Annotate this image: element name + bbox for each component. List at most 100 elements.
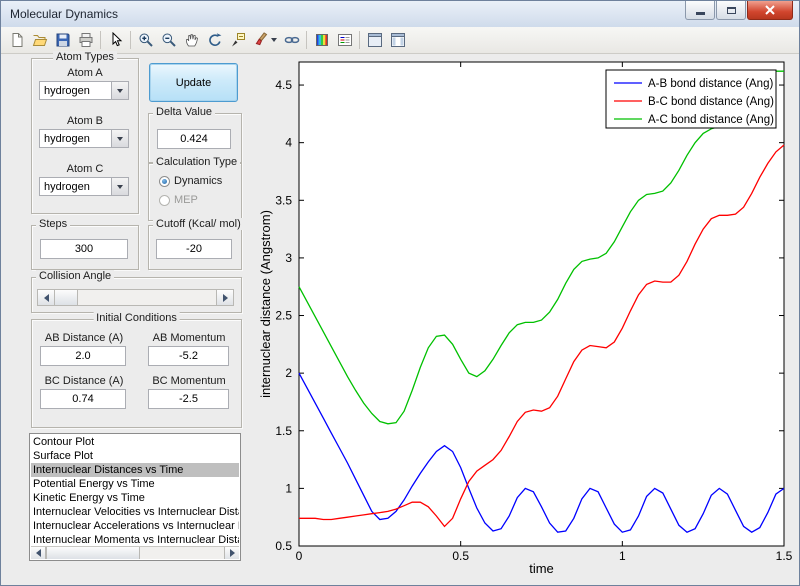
save-figure-icon <box>56 33 69 47</box>
calculation-type-panel: Calculation Type Dynamics MEP <box>148 156 242 221</box>
print-figure-icon <box>79 33 92 47</box>
plot-type-list-items: Contour Plot Surface Plot Internuclear Dis… <box>31 435 239 547</box>
plot-area: 0 0.5 1 1.5 0.5 1 1.5 2 2.5 3 3.5 4 4.5 time internucl… <box>256 53 796 585</box>
bc-distance-label: BC Distance (A) <box>44 375 124 387</box>
hscroll-right-arrow[interactable] <box>224 547 239 559</box>
hscroll-thumb[interactable] <box>46 547 140 559</box>
toolbar-print-figure[interactable] <box>74 29 97 51</box>
svg-text:2: 2 <box>285 366 292 380</box>
svg-text:0.5: 0.5 <box>275 539 292 553</box>
ab-momentum-label: AB Momentum <box>152 332 226 344</box>
svg-text:0.5: 0.5 <box>452 549 469 563</box>
toolbar-pan[interactable] <box>180 29 203 51</box>
panel-title: Atom Types <box>53 51 117 63</box>
toolbar-open-file[interactable] <box>28 29 51 51</box>
radio-label: Dynamics <box>174 175 223 187</box>
minimize-button[interactable] <box>685 1 715 20</box>
toolbar-show-plot-tools[interactable] <box>386 29 409 51</box>
collision-angle-slider[interactable] <box>37 289 234 306</box>
window-title: Molecular Dynamics <box>10 7 119 21</box>
panel-title: Cutoff (Kcal/ mol) <box>153 218 244 230</box>
list-item[interactable]: Internuclear Momenta vs Internuclear Dis… <box>31 533 239 547</box>
combo-arrow-icon <box>111 178 128 195</box>
svg-text:A-B bond distance (Ang): A-B bond distance (Ang) <box>648 78 773 90</box>
svg-text:3.5: 3.5 <box>275 193 292 207</box>
maximize-button[interactable] <box>716 1 746 20</box>
x-axis-label: time <box>529 561 554 576</box>
list-item[interactable]: Internuclear Accelerations vs Internucle… <box>31 519 239 533</box>
combo-arrow-icon <box>111 130 128 147</box>
toolbar-link-plot[interactable] <box>280 29 303 51</box>
atom-c-label: Atom C <box>66 163 104 175</box>
list-item[interactable]: Potential Energy vs Time <box>31 477 239 491</box>
atom-c-select[interactable]: hydrogen <box>39 177 129 196</box>
rotate-3d-icon <box>208 33 221 46</box>
close-icon <box>765 5 775 15</box>
radio-icon <box>159 194 170 206</box>
list-item[interactable]: Contour Plot <box>31 435 239 449</box>
update-button[interactable]: Update <box>149 63 238 102</box>
atom-a-select[interactable]: hydrogen <box>39 81 129 100</box>
bc-momentum-input[interactable] <box>148 389 229 409</box>
toolbar-hide-plot-tools[interactable] <box>363 29 386 51</box>
chart-legend[interactable]: A-B bond distance (Ang) B-C bond distance… <box>605 69 777 129</box>
svg-text:A-C bond distance (Ang): A-C bond distance (Ang) <box>648 114 774 126</box>
toolbar-brush[interactable] <box>249 29 280 51</box>
toolbar-new-figure[interactable] <box>5 29 28 51</box>
edit-plot-cursor-icon <box>112 32 122 47</box>
svg-text:1.5: 1.5 <box>776 549 793 563</box>
toolbar-separator <box>100 31 101 49</box>
svg-text:4.5: 4.5 <box>275 78 292 92</box>
toolbar-zoom-in[interactable] <box>134 29 157 51</box>
list-item[interactable]: Surface Plot <box>31 449 239 463</box>
toolbar-data-cursor[interactable] <box>226 29 249 51</box>
listbox-hscrollbar[interactable] <box>31 546 239 559</box>
titlebar[interactable]: Molecular Dynamics <box>1 1 799 28</box>
zoom-out-icon <box>162 33 176 47</box>
ab-distance-label: AB Distance (A) <box>44 332 124 344</box>
right-arrow-icon <box>229 549 235 557</box>
toolbar-separator <box>306 31 307 49</box>
svg-text:B-C bond distance (Ang): B-C bond distance (Ang) <box>648 96 774 108</box>
close-button[interactable] <box>747 1 793 20</box>
chevron-down-icon <box>270 38 277 42</box>
plot-type-listbox[interactable]: Contour Plot Surface Plot Internuclear Dis… <box>29 433 241 561</box>
cutoff-panel: Cutoff (Kcal/ mol) <box>148 218 244 270</box>
delta-value-input[interactable] <box>157 129 231 149</box>
bc-distance-input[interactable] <box>40 389 126 409</box>
atom-b-label: Atom B <box>66 115 104 127</box>
slider-left-arrow[interactable] <box>38 290 55 305</box>
ab-momentum-input[interactable] <box>148 346 229 366</box>
list-item[interactable]: Internuclear Velocities vs Internuclear … <box>31 505 239 519</box>
minimize-icon <box>695 12 705 15</box>
svg-text:1: 1 <box>285 481 292 495</box>
svg-text:4: 4 <box>285 136 292 150</box>
insert-colorbar-icon <box>315 34 328 46</box>
toolbar-save-figure[interactable] <box>51 29 74 51</box>
slider-right-arrow[interactable] <box>216 290 233 305</box>
list-item[interactable]: Kinetic Energy vs Time <box>31 491 239 505</box>
toolbar-insert-legend[interactable] <box>333 29 356 51</box>
ab-distance-input[interactable] <box>40 346 126 366</box>
left-arrow-icon <box>43 293 49 302</box>
toolbar-zoom-out[interactable] <box>157 29 180 51</box>
cutoff-input[interactable] <box>156 239 232 259</box>
toolbar-rotate-3d[interactable] <box>203 29 226 51</box>
panel-title: Initial Conditions <box>93 312 180 324</box>
hscroll-left-arrow[interactable] <box>31 547 46 559</box>
slider-thumb[interactable] <box>54 290 78 305</box>
zoom-in-icon <box>139 33 153 47</box>
radio-mep[interactable]: MEP <box>159 194 198 206</box>
radio-dynamics[interactable]: Dynamics <box>159 175 222 187</box>
collision-angle-panel: Collision Angle <box>31 270 242 313</box>
app-window: Molecular Dynamics Atom Types Atom A hyd… <box>0 0 800 586</box>
link-plot-icon <box>284 36 299 44</box>
steps-input[interactable] <box>40 239 128 259</box>
panel-title: Delta Value <box>153 106 216 118</box>
atom-b-select[interactable]: hydrogen <box>39 129 129 148</box>
toolbar-insert-colorbar[interactable] <box>310 29 333 51</box>
svg-text:2.5: 2.5 <box>275 309 292 323</box>
toolbar-edit-plot[interactable] <box>104 29 127 51</box>
window-controls <box>685 1 793 20</box>
list-item[interactable]: Internuclear Distances vs Time <box>31 463 239 477</box>
